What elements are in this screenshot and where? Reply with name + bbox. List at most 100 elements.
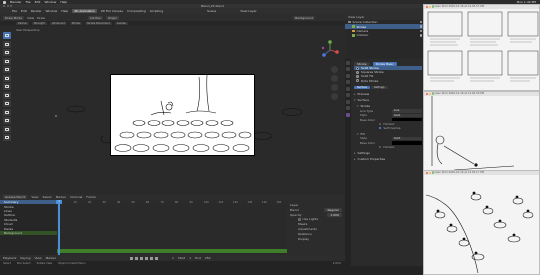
zoom-icon[interactable] [432, 93, 434, 95]
property-value[interactable] [392, 141, 422, 145]
next-key-icon[interactable] [149, 256, 153, 260]
preview-window-1[interactable]: Screen Shot 2020-10-16 at 12.03.57 PM [423, 4, 540, 91]
minimize-icon[interactable] [429, 6, 431, 8]
minimize-icon[interactable] [429, 93, 431, 95]
menu-help[interactable]: Help [61, 9, 68, 13]
zoom-icon[interactable] [331, 66, 338, 73]
property-value[interactable]: Solid [392, 113, 422, 118]
guides-setting[interactable]: Guides [114, 22, 128, 25]
mode-tab-surface[interactable]: Surface [354, 85, 370, 89]
visibility-eye-icon[interactable] [419, 29, 422, 33]
keying-menu[interactable]: Keying [20, 256, 30, 260]
dope-menu-channel[interactable]: Channel [70, 195, 82, 199]
view-menu[interactable]: View [34, 256, 41, 260]
preview-section[interactable]: Preview [354, 92, 422, 97]
menu-window[interactable]: Window [46, 9, 58, 13]
menu-file[interactable]: File [12, 9, 17, 13]
tab-compositing[interactable]: Compositing [127, 9, 146, 13]
minimize-window-button[interactable] [6, 5, 9, 7]
jump-start-icon[interactable] [129, 256, 133, 260]
dope-menu-select[interactable]: Select [42, 195, 51, 199]
property-value[interactable]: Line [392, 109, 422, 113]
opacity-field[interactable]: 1.000 [327, 212, 342, 217]
dopesheet-mode[interactable]: Grease Pencil [3, 195, 28, 199]
property-checkbox[interactable]: Holdout [354, 145, 422, 149]
world-tab-icon[interactable] [346, 86, 350, 91]
material-pill-basic[interactable]: Stroke Basic [372, 61, 398, 66]
playhead[interactable] [58, 200, 60, 255]
tab-2d-full-canvas[interactable]: 2D Full Canvas [101, 9, 123, 13]
drawing-canvas[interactable] [110, 74, 255, 156]
mode-tab-settings[interactable]: Settings [370, 85, 388, 89]
settings-section[interactable]: Settings [354, 150, 422, 155]
scene-tab-icon[interactable] [346, 80, 350, 84]
tab-scripting[interactable]: Scripting [150, 9, 163, 13]
prev-key-icon[interactable] [134, 256, 138, 260]
brush-selector[interactable]: Ink Pen [87, 15, 103, 20]
menu-render[interactable]: Render [31, 9, 42, 13]
preview-window-3[interactable]: Screen Shot 2020-10-16 at 12.05.17 PM [423, 170, 540, 275]
radius-setting[interactable]: Radius [16, 22, 29, 25]
blend-dropdown[interactable]: Regular [324, 207, 342, 212]
current-frame-field[interactable]: 1 [172, 256, 174, 260]
stroke-placement-setting[interactable]: Stroke Placement [85, 22, 112, 25]
layer-selector[interactable]: Background [293, 15, 315, 20]
grid-icon[interactable] [331, 93, 338, 100]
end-field[interactable]: 250 [205, 256, 211, 260]
close-icon[interactable] [426, 172, 428, 174]
play-reverse-icon[interactable] [139, 256, 143, 260]
visibility-eye-icon[interactable] [419, 25, 422, 28]
current-frame-badge[interactable]: 1 [56, 200, 62, 204]
channel-row[interactable]: Background [0, 230, 57, 236]
playback-menu[interactable]: Playback [3, 256, 16, 260]
output-tab-icon[interactable] [346, 73, 350, 78]
navigation-gizmo[interactable] [320, 40, 340, 60]
data-tab-icon[interactable] [346, 106, 350, 110]
zoom-window-button[interactable] [10, 5, 12, 7]
advanced-setting[interactable]: Advanced [49, 22, 67, 25]
3d-viewport[interactable]: User Perspective [0, 26, 345, 194]
visibility-eye-icon[interactable] [419, 20, 422, 24]
strength-setting[interactable]: Strength [31, 22, 47, 25]
dope-menu-marker[interactable]: Marker [56, 195, 66, 199]
close-icon[interactable] [426, 93, 428, 95]
modifier-tab-icon[interactable] [346, 99, 350, 104]
dopesheet-grid[interactable] [57, 205, 287, 255]
jump-end-icon[interactable] [154, 256, 158, 260]
menu-edit[interactable]: Edit [21, 9, 27, 13]
surface-section[interactable]: Surface [354, 98, 422, 103]
property-value[interactable]: Solid [392, 136, 422, 141]
menu-view[interactable]: View [27, 16, 34, 20]
view-layer-selector[interactable]: View Layer [240, 9, 256, 13]
play-icon[interactable] [144, 256, 148, 260]
display-section[interactable]: Display [290, 236, 342, 241]
outliner-view-layer[interactable]: View Layer [348, 15, 364, 19]
custom-properties-section[interactable]: Custom Properties [354, 156, 422, 161]
scene-selector[interactable]: Scene [207, 9, 216, 13]
stroke-setting[interactable]: Stroke [69, 22, 83, 25]
mode-selector[interactable]: Draw Mode [3, 15, 24, 20]
menu-draw[interactable]: Draw [37, 16, 45, 20]
close-window-button[interactable] [3, 5, 5, 7]
close-icon[interactable] [426, 6, 428, 8]
marker-menu[interactable]: Marker [46, 256, 56, 260]
camera-icon[interactable] [331, 84, 338, 91]
material-tab-icon[interactable] [346, 112, 350, 117]
property-value[interactable] [392, 118, 422, 122]
preview-window-2[interactable]: Screen Shot 2020-10-16 at 12.04.30 PM [423, 91, 540, 178]
origin-selector[interactable]: Origin [105, 15, 119, 20]
keyframe-summary-bar[interactable] [57, 249, 287, 253]
start-field[interactable]: 1 [189, 256, 191, 260]
minimize-icon[interactable] [429, 172, 431, 174]
dope-menu-frame[interactable]: Frame [86, 195, 95, 199]
visibility-eye-icon[interactable] [419, 34, 422, 37]
tab-2d-animation[interactable]: 2D Animation [72, 9, 97, 13]
pan-hand-icon[interactable] [331, 75, 338, 82]
material-slot[interactable]: Dots Stroke [354, 79, 422, 83]
tool-tab-icon[interactable] [346, 60, 350, 65]
zoom-icon[interactable] [432, 172, 434, 174]
material-pill-stroke[interactable]: Stroke [354, 61, 370, 66]
property-checkbox[interactable]: Self Overlap [354, 126, 422, 130]
zoom-icon[interactable] [432, 6, 434, 8]
dope-menu-view[interactable]: View [31, 195, 38, 199]
